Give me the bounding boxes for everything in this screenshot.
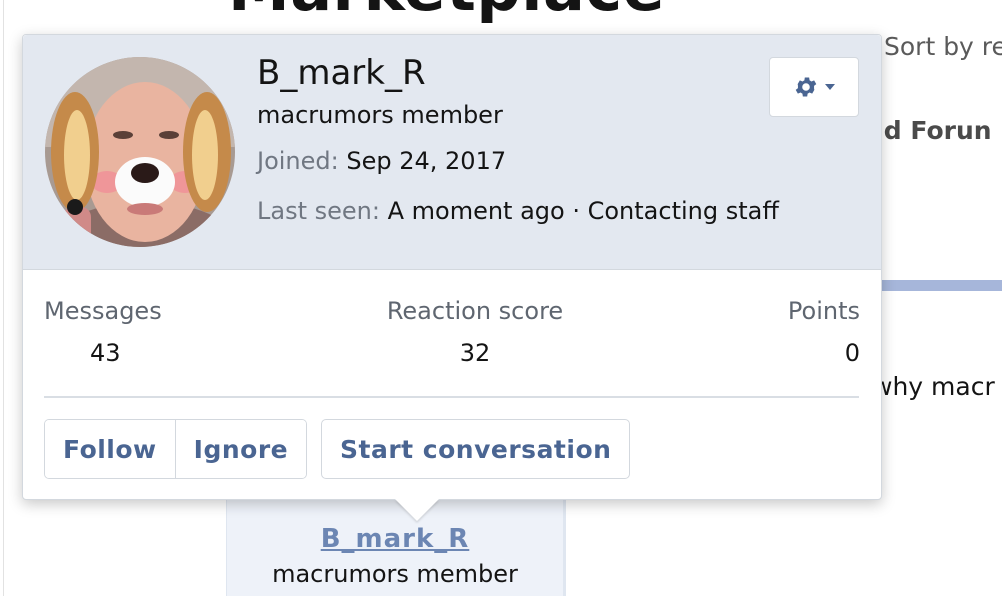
joined-label: Joined: xyxy=(257,147,339,175)
tooltip-arrow xyxy=(395,499,439,521)
member-tooltip-header: B_mark_R macrumors member Joined: Sep 24… xyxy=(23,35,881,270)
stat-points: Points 0 xyxy=(788,297,860,367)
stat-messages: Messages 43 xyxy=(44,297,162,367)
avatar-image xyxy=(45,57,235,247)
post-text-fragment: why macr xyxy=(872,372,995,401)
member-username[interactable]: B_mark_R xyxy=(257,53,426,93)
forum-link[interactable]: nd Forun xyxy=(866,116,992,145)
start-conversation-button[interactable]: Start conversation xyxy=(321,419,631,479)
points-value: 0 xyxy=(844,339,860,367)
follow-button[interactable]: Follow xyxy=(45,420,175,478)
ignore-button[interactable]: Ignore xyxy=(174,420,307,478)
last-seen-value: A moment ago · Contacting staff xyxy=(387,197,779,225)
last-seen-row: Last seen: A moment ago · Contacting sta… xyxy=(257,197,779,225)
reaction-score-value: 32 xyxy=(459,339,491,367)
gear-icon xyxy=(795,77,816,97)
follow-ignore-group: Follow Ignore xyxy=(44,419,308,479)
joined-row: Joined: Sep 24, 2017 xyxy=(257,147,506,175)
member-menu-button[interactable] xyxy=(769,57,859,117)
messages-label: Messages xyxy=(44,297,162,325)
joined-value: Sep 24, 2017 xyxy=(346,147,507,175)
post-user-title: macrumors member xyxy=(272,560,518,588)
avatar[interactable] xyxy=(45,57,235,247)
stats-divider xyxy=(44,396,859,398)
section-header-bar xyxy=(880,280,1002,291)
page-heading: Marketplace xyxy=(228,0,665,25)
post-username-link[interactable]: B_mark_R xyxy=(227,524,563,554)
last-seen-label: Last seen: xyxy=(257,197,380,225)
member-tooltip: B_mark_R macrumors member Joined: Sep 24… xyxy=(22,34,882,521)
sort-by-control[interactable]: Sort by re xyxy=(884,32,1002,61)
reaction-score-label: Reaction score xyxy=(386,297,564,325)
stat-reaction-score: Reaction score 32 xyxy=(380,297,570,367)
page-left-border xyxy=(0,0,4,596)
messages-value: 43 xyxy=(90,339,121,367)
points-label: Points xyxy=(787,297,860,325)
caret-down-icon xyxy=(824,84,835,90)
member-title: macrumors member xyxy=(257,101,503,129)
